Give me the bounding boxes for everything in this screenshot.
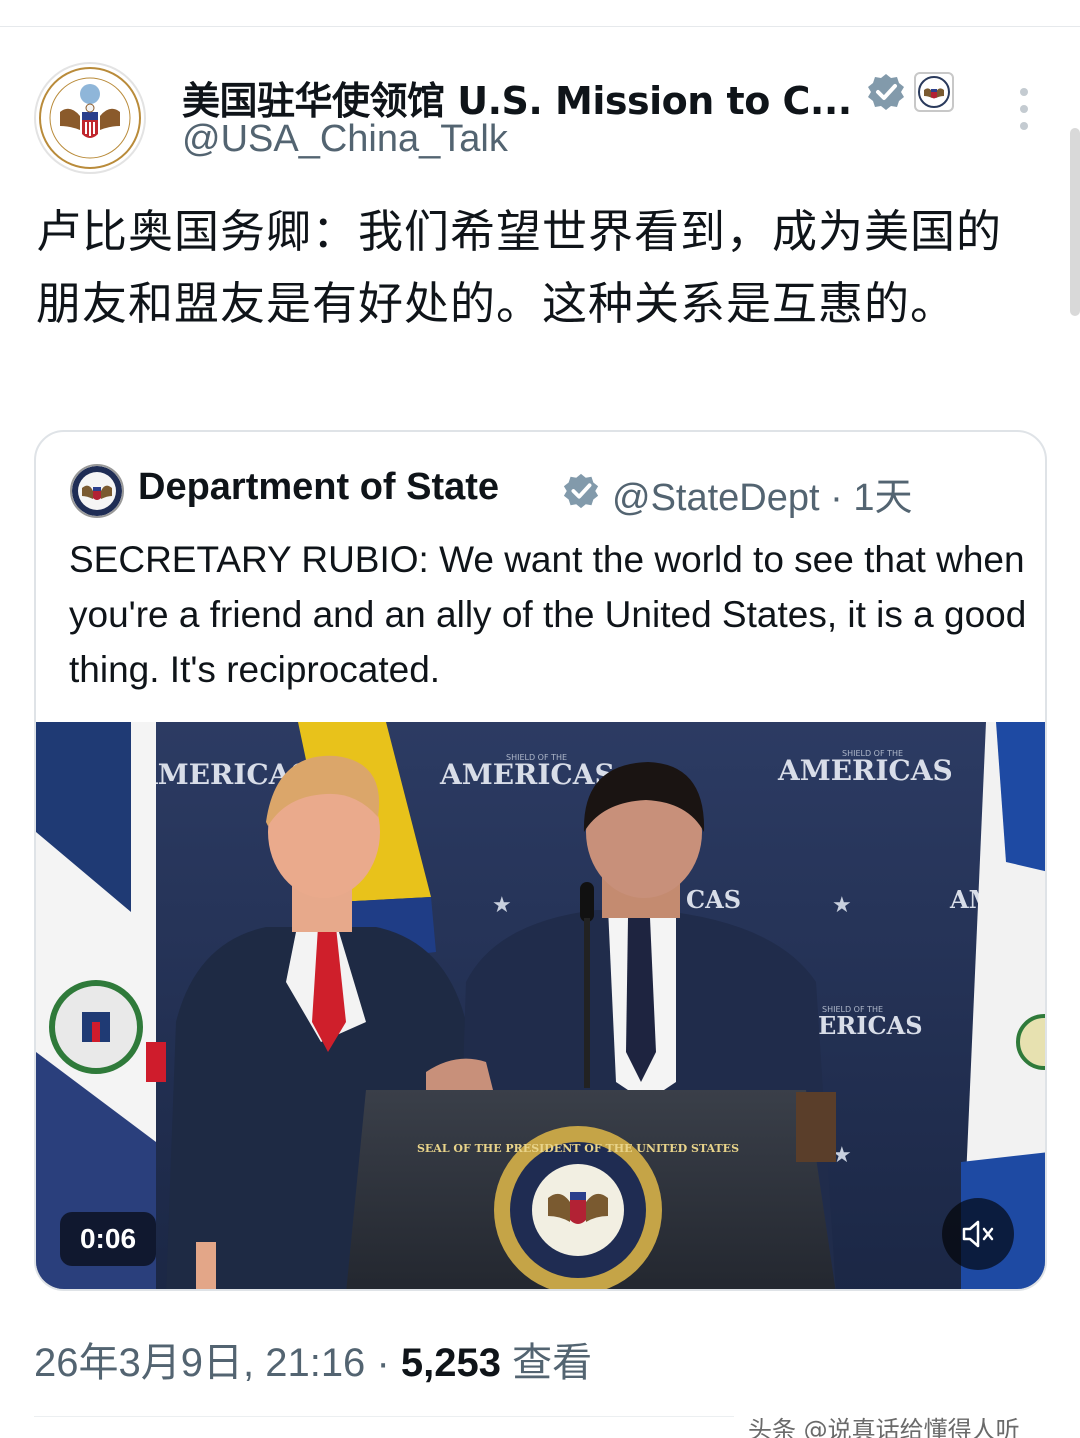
svg-text:★: ★ — [492, 893, 512, 918]
quoted-tweet-text: SECRETARY RUBIO: We want the world to se… — [69, 539, 1027, 690]
backdrop-logo-text: ERICAS — [818, 1011, 923, 1040]
views-count: 5,253 — [400, 1341, 501, 1385]
mute-icon — [962, 1220, 994, 1248]
quoted-display-name[interactable]: Department of State — [138, 466, 499, 509]
tweet-date-time[interactable]: 26年3月9日, 21:16 — [34, 1341, 365, 1385]
tweet-meta: 26年3月9日, 21:16 · 5,253 查看 — [34, 1330, 592, 1388]
meta-separator: · — [376, 1341, 390, 1385]
us-seal-icon[interactable] — [914, 72, 954, 112]
backdrop-subtext: SHIELD OF THE — [842, 749, 903, 758]
watermark: 头条 @说真话给懂得人听 — [748, 1416, 1020, 1438]
backdrop-logo-text: AMERICAS — [439, 758, 615, 791]
backdrop-logo-text: CAS — [686, 885, 741, 914]
scrollbar[interactable] — [1070, 128, 1080, 316]
tweet-text: 卢比奥国务卿：我们希望世界看到，成为美国的朋友和盟友是有好处的。这种关系是互惠的… — [36, 205, 1003, 330]
backdrop-subtext: SHIELD OF THE — [506, 753, 567, 762]
more-options-icon[interactable] — [1012, 88, 1036, 130]
podium-seal-text: SEAL OF THE PRESIDENT OF THE UNITED STAT… — [417, 1142, 739, 1155]
quoted-tweet-card[interactable]: Department of State @StateDept · 1天 SECR… — [34, 430, 1047, 1291]
display-name[interactable]: 美国驻华使领馆 U.S. Mission to C... — [182, 70, 852, 125]
video-duration-badge: 0:06 — [60, 1212, 156, 1266]
quoted-verified-badge-icon — [562, 472, 600, 510]
account-handle[interactable]: @USA_China_Talk — [182, 118, 508, 161]
backdrop-logo-text: AMERICAS — [777, 754, 953, 787]
account-avatar[interactable] — [34, 62, 146, 174]
quoted-handle-time[interactable]: @StateDept · 1天 — [612, 466, 912, 521]
verified-badge-icon — [866, 72, 906, 112]
mute-button[interactable] — [942, 1198, 1014, 1270]
backdrop-subtext: SHIELD OF THE — [822, 1005, 883, 1014]
quoted-account-avatar[interactable] — [70, 464, 124, 518]
bottom-divider — [34, 1416, 734, 1417]
video-frame: AMERICAS AMERICAS AMERICAS ERICAS ERICAS… — [36, 722, 1045, 1289]
svg-text:★: ★ — [832, 893, 852, 918]
video-player[interactable]: AMERICAS AMERICAS AMERICAS ERICAS ERICAS… — [36, 722, 1045, 1289]
views-label: 查看 — [512, 1341, 593, 1385]
top-divider — [0, 26, 1080, 27]
